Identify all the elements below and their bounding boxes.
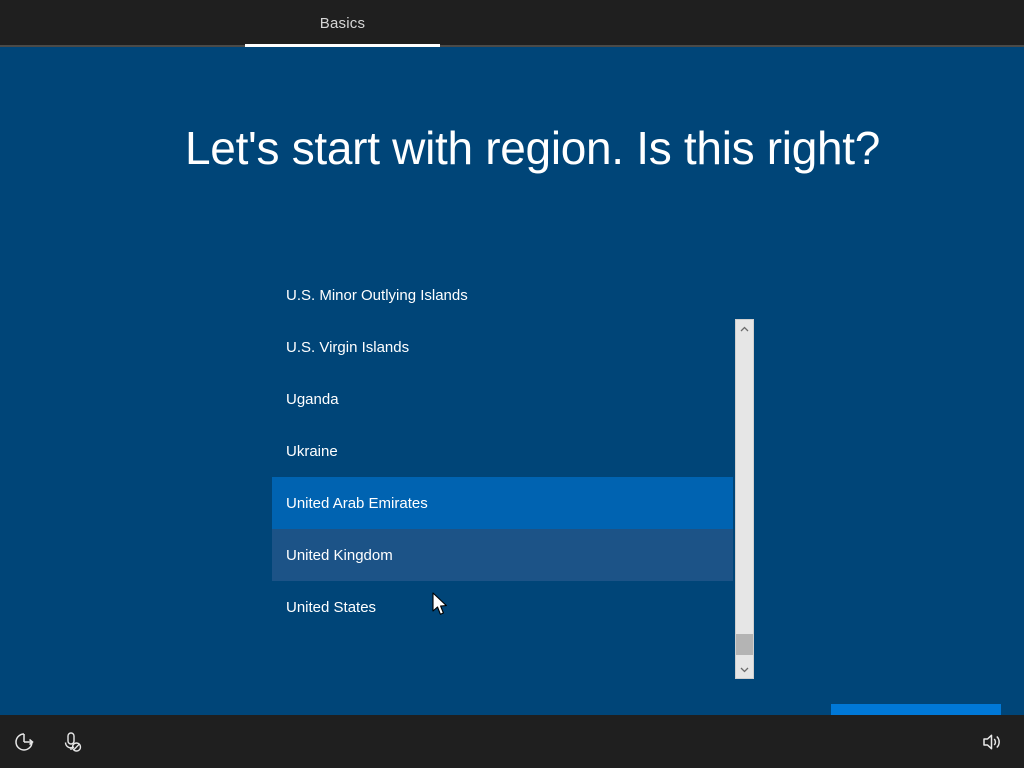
region-list-item-label: Uganda [286,391,339,408]
scrollbar-thumb[interactable] [736,634,753,655]
bottom-taskbar [0,715,1024,768]
region-list[interactable]: U.S. Minor Outlying Islands U.S. Virgin I… [272,269,733,633]
region-list-item-label: United Arab Emirates [286,495,428,512]
region-list-item[interactable]: United Kingdom [272,529,733,581]
page-title: Let's start with region. Is this right? [185,121,880,175]
oobe-main-panel: Let's start with region. Is this right? … [0,47,1024,715]
title-bar: Basics [0,0,1024,47]
region-list-item[interactable]: U.S. Virgin Islands [272,321,733,373]
volume-icon[interactable] [968,715,1016,768]
region-list-item-label: United Kingdom [286,547,393,564]
narrator-microphone-off-icon[interactable] [48,715,96,768]
region-list-item[interactable]: Ukraine [272,425,733,477]
region-list-item-label: Ukraine [286,443,338,460]
ease-of-access-icon[interactable] [0,715,48,768]
region-list-item-label: U.S. Virgin Islands [286,339,409,356]
chevron-up-icon[interactable] [736,320,753,337]
region-list-item[interactable]: Uganda [272,373,733,425]
region-list-scrollbar[interactable] [735,319,754,679]
tab-basics[interactable]: Basics [245,0,440,47]
tab-basics-label: Basics [320,15,365,32]
chevron-down-icon[interactable] [736,661,753,678]
region-list-item[interactable]: United Arab Emirates [272,477,733,529]
region-list-item-label: U.S. Minor Outlying Islands [286,287,468,304]
region-list-item[interactable]: U.S. Minor Outlying Islands [272,269,733,321]
region-list-item-label: United States [286,599,376,616]
region-list-item[interactable]: United States [272,581,733,633]
